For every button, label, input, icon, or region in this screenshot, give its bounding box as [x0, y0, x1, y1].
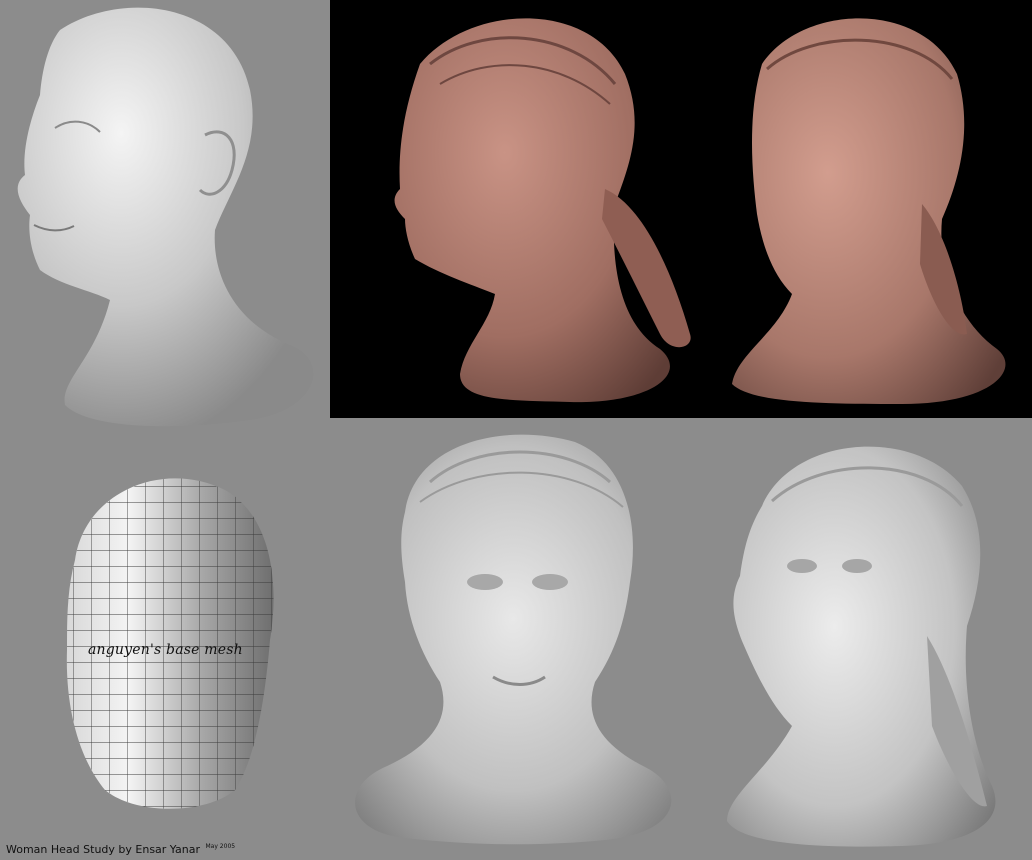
- bald-head-sculpt: [17, 7, 314, 427]
- caption-author: by Ensar Yanar: [118, 843, 200, 856]
- caption-title: Woman Head Study: [6, 843, 115, 856]
- clay-head-three-quarter: [732, 18, 1006, 405]
- base-mesh-label: anguyen's base mesh: [88, 642, 243, 658]
- clay-head-profile: [394, 18, 691, 403]
- gray-head-front: [355, 434, 672, 845]
- gray-head-three-quarter: [727, 446, 996, 847]
- sculpt-study-sheet: anguyen's base mesh Woman Head Study by …: [0, 0, 1032, 860]
- caption-date: May 2005: [205, 843, 236, 851]
- study-caption: Woman Head Study by Ensar Yanar May 2005: [6, 843, 235, 856]
